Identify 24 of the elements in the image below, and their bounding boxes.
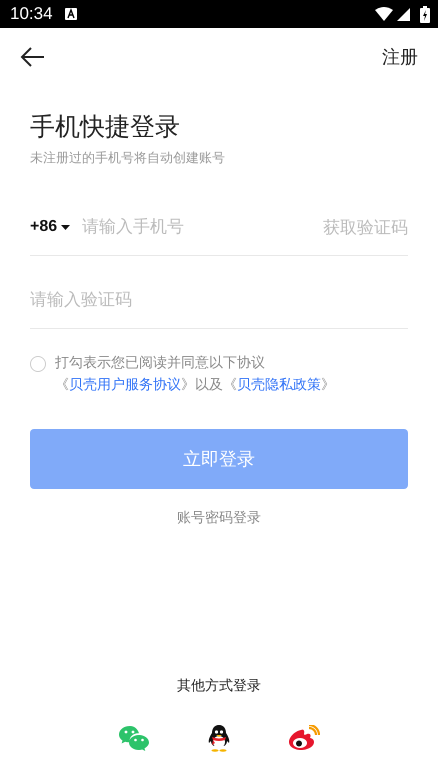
chat-bubbles-icon xyxy=(118,725,150,751)
agreement-link[interactable]: 贝壳用户服务协议 xyxy=(69,377,181,393)
code-input-field[interactable]: 请输入验证码 xyxy=(30,290,408,310)
status-time: 10:34 xyxy=(10,4,53,24)
register-link[interactable]: 注册 xyxy=(382,44,418,68)
agreement-text: 打勾表示您已阅读并同意以下协议《贝壳用户服务协议》以及《贝壳隐私政策》 xyxy=(55,354,336,395)
wifi-icon xyxy=(375,7,393,21)
page-subtitle: 未注册过的手机号将自动创建账号 xyxy=(30,150,226,167)
password-login-link[interactable]: 账号密码登录 xyxy=(177,509,261,527)
keyboard-icon xyxy=(64,8,77,20)
battery-icon xyxy=(420,6,430,22)
agreement-checkbox[interactable] xyxy=(30,356,46,372)
caret-icon xyxy=(61,224,70,230)
other-login-title: 其他方式登录 xyxy=(177,677,261,695)
back-button[interactable] xyxy=(20,46,45,66)
country-code-selector[interactable]: +86 xyxy=(30,218,70,236)
penguin-icon xyxy=(207,724,231,752)
agreement-link[interactable]: 贝壳隐私政策 xyxy=(237,377,321,393)
page-title: 手机快捷登录 xyxy=(30,111,181,143)
phone-input-field[interactable]: 请输入手机号 xyxy=(82,217,323,237)
signal-icon xyxy=(397,8,410,20)
back-arrow-icon xyxy=(20,46,45,66)
weibo-icon xyxy=(288,725,320,751)
social-login-button[interactable] xyxy=(288,723,320,753)
